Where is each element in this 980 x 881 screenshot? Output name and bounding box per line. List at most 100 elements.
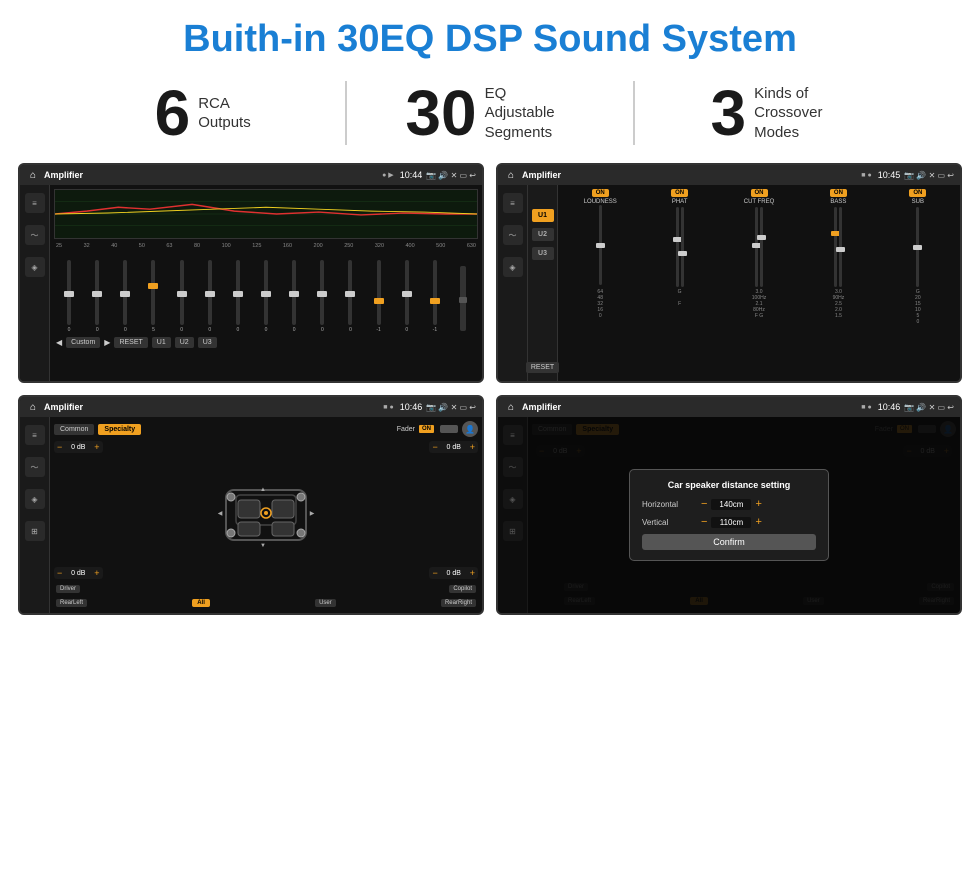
vertical-minus[interactable]: − — [701, 516, 707, 528]
next-arrow[interactable]: ▶ — [104, 338, 110, 347]
vol-plus-bl[interactable]: + — [94, 568, 99, 578]
mixer-area: ON LOUDNESS 64 48 32 16 0 — [558, 185, 960, 381]
tab-specialty-3[interactable]: Specialty — [98, 424, 141, 435]
reset-btn-1[interactable]: RESET — [114, 337, 147, 348]
svg-text:▼: ▼ — [260, 543, 266, 549]
seat-rearright[interactable]: RearRight — [441, 599, 476, 607]
stat-eq-number: 30 — [405, 81, 476, 145]
custom-preset[interactable]: Custom — [66, 337, 100, 348]
toggle-sub[interactable]: ON — [909, 189, 926, 197]
reset-btn-2[interactable]: RESET — [526, 362, 559, 373]
fader-on[interactable]: ON — [419, 425, 434, 433]
eq-icon-3[interactable]: ≡ — [25, 425, 45, 445]
screen-eq: ⌂ Amplifier ● ▶ 10:44 📷 🔊 ✕ ▭ ↩ ≡ 〜 ◈ — [18, 163, 484, 383]
seat-user[interactable]: User — [315, 599, 336, 607]
home-icon-2[interactable]: ⌂ — [504, 168, 518, 182]
slider-8[interactable]: 0 — [253, 260, 279, 333]
prev-arrow[interactable]: ◀ — [56, 338, 62, 347]
slider-1[interactable]: 0 — [56, 260, 82, 333]
eq-bottom-bar: ◀ Custom ▶ RESET U1 U2 U3 — [54, 333, 478, 350]
screen2-time: 10:45 — [878, 170, 901, 180]
vol-control-bl: − 0 dB + — [54, 567, 103, 579]
slider-11[interactable]: 0 — [337, 260, 363, 333]
horizontal-minus[interactable]: − — [701, 498, 707, 510]
screen3-title: Amplifier — [44, 402, 379, 412]
home-icon[interactable]: ⌂ — [26, 168, 40, 182]
u1-btn-1[interactable]: U1 — [152, 337, 171, 348]
u2-selector-btn[interactable]: U2 — [532, 228, 554, 241]
vertical-label: Vertical — [642, 518, 697, 527]
stat-eq-label: EQ AdjustableSegments — [485, 84, 575, 143]
u1-selector-btn[interactable]: U1 — [532, 209, 554, 222]
slider-14[interactable]: -1 — [422, 260, 448, 333]
toggle-bass[interactable]: ON — [830, 189, 847, 197]
u3-selector-btn[interactable]: U3 — [532, 247, 554, 260]
screen3-icons: 📷 🔊 ✕ ▭ ↩ — [426, 403, 476, 412]
vol-control-br: − 0 dB + — [429, 567, 478, 579]
seat-rearleft[interactable]: RearLeft — [56, 599, 87, 607]
u2-btn-1[interactable]: U2 — [175, 337, 194, 348]
vol-minus-tr[interactable]: − — [432, 442, 437, 452]
wave-icon[interactable]: 〜 — [25, 225, 45, 245]
seat-copilot[interactable]: Copilot — [449, 585, 476, 593]
speaker-icon-2[interactable]: ◈ — [503, 257, 523, 277]
left-controls-1: ≡ 〜 ◈ — [20, 185, 50, 381]
horizontal-label: Horizontal — [642, 500, 697, 509]
eq-sliders[interactable]: 0 0 0 5 0 — [54, 253, 478, 333]
slider-12[interactable]: -1 — [366, 260, 392, 333]
home-icon-4[interactable]: ⌂ — [504, 400, 518, 414]
speaker-icon-3[interactable]: ◈ — [25, 489, 45, 509]
wave-icon-2[interactable]: 〜 — [503, 225, 523, 245]
stat-crossover-label: Kinds ofCrossover Modes — [754, 84, 844, 143]
vertical-plus[interactable]: + — [755, 516, 761, 528]
toggle-cutfreq[interactable]: ON — [751, 189, 768, 197]
screen4-time: 10:46 — [878, 402, 901, 412]
screen3-time: 10:46 — [400, 402, 423, 412]
vol-val-br: 0 dB — [440, 570, 468, 577]
slider-13[interactable]: 0 — [394, 260, 420, 333]
vol-plus-tr[interactable]: + — [470, 442, 475, 452]
tab-row-3: Common Specialty Fader ON 👤 — [54, 421, 478, 437]
distance-dialog: Car speaker distance setting Horizontal … — [629, 469, 829, 561]
tab-common-3[interactable]: Common — [54, 424, 94, 435]
screen2-body: ≡ 〜 ◈ U1 U2 U3 RESET ON LOUDNESS — [498, 185, 960, 381]
speaker-icon[interactable]: ◈ — [25, 257, 45, 277]
screen1-body: ≡ 〜 ◈ 2 — [20, 185, 482, 381]
u3-btn-1[interactable]: U3 — [198, 337, 217, 348]
seat-driver[interactable]: Driver — [56, 585, 80, 593]
ch-sub-label: SUB — [912, 199, 924, 205]
vol-plus-tl[interactable]: + — [94, 442, 99, 452]
vol-minus-br[interactable]: − — [432, 568, 437, 578]
stat-rca-label: RCAOutputs — [198, 94, 251, 133]
stat-crossover-number: 3 — [711, 81, 747, 145]
vol-minus-tl[interactable]: − — [57, 442, 62, 452]
seat-all[interactable]: All — [192, 599, 210, 607]
toggle-phat[interactable]: ON — [671, 189, 688, 197]
expand-icon-3[interactable]: ⊞ — [25, 521, 45, 541]
slider-7[interactable]: 0 — [225, 260, 251, 333]
channel-bass: ON BASS 3.090Hz2.52.01.5 — [800, 189, 876, 377]
vol-minus-bl[interactable]: − — [57, 568, 62, 578]
vol-val-tl: 0 dB — [64, 444, 92, 451]
confirm-button[interactable]: Confirm — [642, 534, 816, 550]
vertical-value: 110cm — [711, 517, 751, 528]
slider-6[interactable]: 0 — [197, 260, 223, 333]
slider-4[interactable]: 5 — [140, 260, 166, 333]
page-title: Buith-in 30EQ DSP Sound System — [0, 0, 980, 73]
slider-5[interactable]: 0 — [169, 260, 195, 333]
stat-rca: 6 RCAOutputs — [60, 81, 347, 145]
horizontal-plus[interactable]: + — [755, 498, 761, 510]
slider-15[interactable] — [450, 266, 476, 333]
profile-icon-3[interactable]: 👤 — [462, 421, 478, 437]
eq-icon-2[interactable]: ≡ — [503, 193, 523, 213]
eq-icon[interactable]: ≡ — [25, 193, 45, 213]
home-icon-3[interactable]: ⌂ — [26, 400, 40, 414]
svg-text:▲: ▲ — [260, 487, 266, 493]
slider-10[interactable]: 0 — [309, 260, 335, 333]
slider-9[interactable]: 0 — [281, 260, 307, 333]
slider-2[interactable]: 0 — [84, 260, 110, 333]
toggle-loudness[interactable]: ON — [592, 189, 609, 197]
slider-3[interactable]: 0 — [112, 260, 138, 333]
vol-plus-br[interactable]: + — [470, 568, 475, 578]
wave-icon-3[interactable]: 〜 — [25, 457, 45, 477]
